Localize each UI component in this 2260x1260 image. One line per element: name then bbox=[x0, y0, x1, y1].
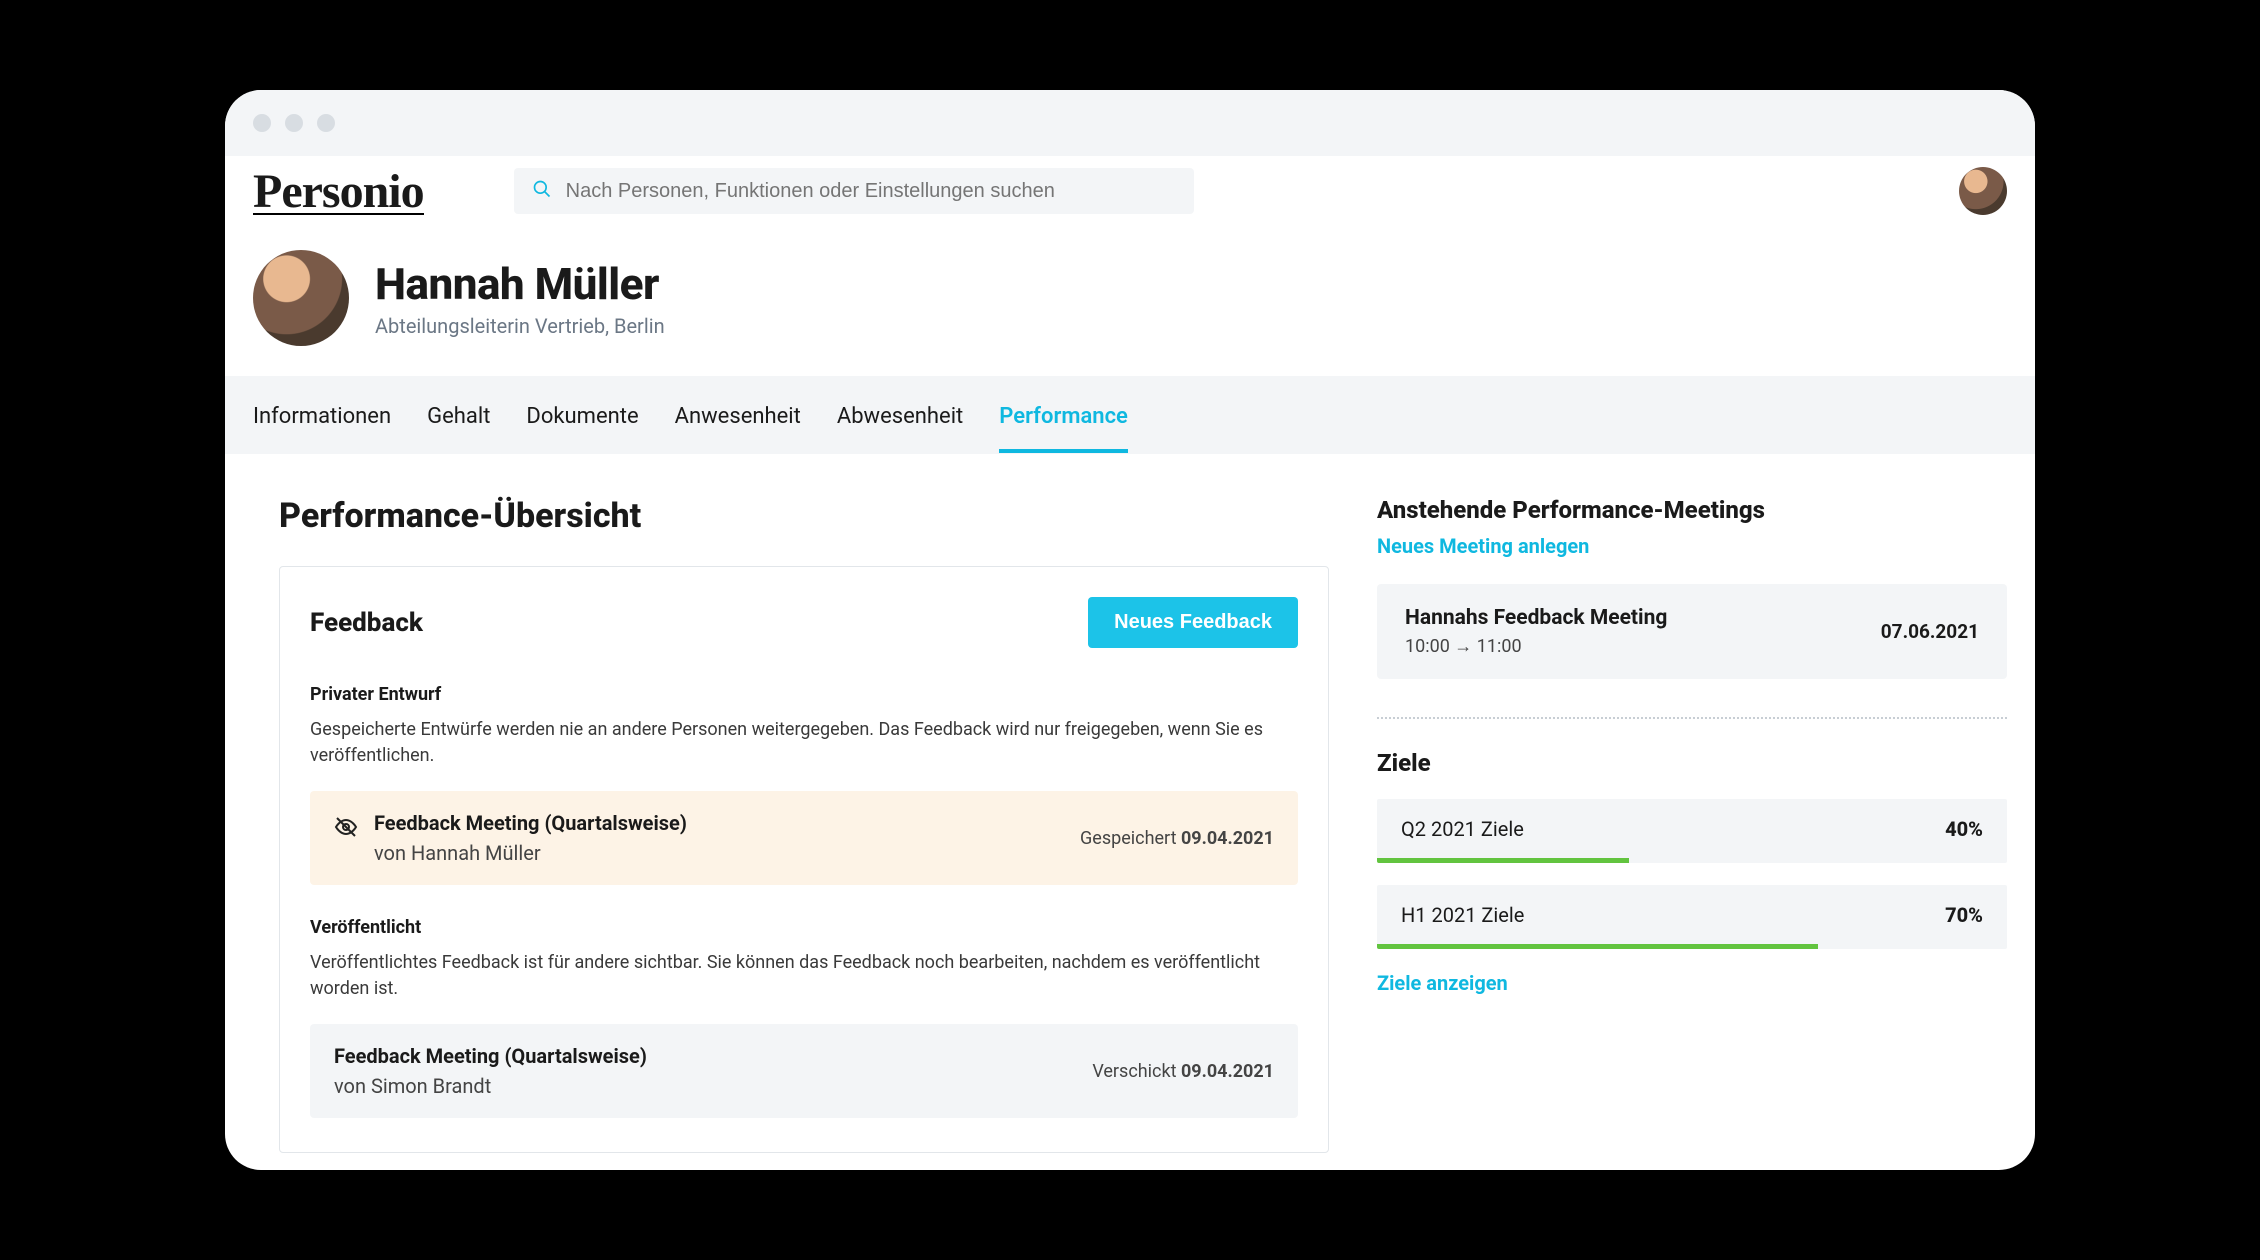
new-feedback-button[interactable]: Neues Feedback bbox=[1088, 597, 1298, 648]
meeting-item-time: 10:00 → 11:00 bbox=[1405, 636, 1667, 657]
search-icon bbox=[532, 179, 552, 203]
left-column: Performance-Übersicht Feedback Neues Fee… bbox=[279, 496, 1329, 1142]
draft-section-title: Privater Entwurf bbox=[310, 684, 1298, 705]
search-input[interactable] bbox=[566, 180, 1176, 203]
right-column: Anstehende Performance-Meetings Neues Me… bbox=[1377, 496, 2007, 1142]
top-bar: Personio bbox=[225, 156, 2035, 226]
published-item-author: von Simon Brandt bbox=[334, 1074, 647, 1098]
draft-item-author: von Hannah Müller bbox=[374, 841, 687, 865]
show-goals-link[interactable]: Ziele anzeigen bbox=[1377, 971, 1508, 995]
tab-abwesenheit[interactable]: Abwesenheit bbox=[837, 380, 963, 451]
draft-item-meta: Gespeichert 09.04.2021 bbox=[1080, 828, 1274, 849]
feedback-published-item[interactable]: Feedback Meeting (Quartalsweise) von Sim… bbox=[310, 1024, 1298, 1118]
goal-item-q2[interactable]: Q2 2021 Ziele 40% bbox=[1377, 799, 2007, 863]
content-area: Performance-Übersicht Feedback Neues Fee… bbox=[225, 454, 2035, 1170]
page-title: Performance-Übersicht bbox=[279, 496, 1329, 536]
eye-off-icon bbox=[334, 815, 358, 843]
window-control-minimize[interactable] bbox=[285, 114, 303, 132]
goal-name: Q2 2021 Ziele bbox=[1401, 817, 1524, 841]
tab-informationen[interactable]: Informationen bbox=[253, 380, 391, 451]
window-control-close[interactable] bbox=[253, 114, 271, 132]
goal-name: H1 2021 Ziele bbox=[1401, 903, 1524, 927]
feedback-card: Feedback Neues Feedback Privater Entwurf… bbox=[279, 566, 1329, 1153]
meeting-item-title: Hannahs Feedback Meeting bbox=[1405, 606, 1667, 630]
window-control-zoom[interactable] bbox=[317, 114, 335, 132]
window-titlebar bbox=[225, 90, 2035, 156]
search-box[interactable] bbox=[514, 168, 1194, 214]
goal-item-h1[interactable]: H1 2021 Ziele 70% bbox=[1377, 885, 2007, 949]
published-item-title: Feedback Meeting (Quartalsweise) bbox=[334, 1044, 647, 1068]
goals-title: Ziele bbox=[1377, 749, 2007, 777]
goal-percent: 70% bbox=[1945, 903, 1983, 927]
new-meeting-link[interactable]: Neues Meeting anlegen bbox=[1377, 534, 1589, 558]
draft-section-desc: Gespeicherte Entwürfe werden nie an ande… bbox=[310, 717, 1298, 769]
profile-avatar bbox=[253, 250, 349, 346]
meeting-item[interactable]: Hannahs Feedback Meeting 10:00 → 11:00 0… bbox=[1377, 584, 2007, 679]
tab-anwesenheit[interactable]: Anwesenheit bbox=[675, 380, 801, 451]
app-window: Personio Hannah Müller Abteilungsleiteri… bbox=[225, 90, 2035, 1170]
feedback-card-title: Feedback bbox=[310, 608, 423, 638]
meeting-item-date: 07.06.2021 bbox=[1881, 620, 1979, 643]
published-section-title: Veröffentlicht bbox=[310, 917, 1298, 938]
goal-progress-bar bbox=[1377, 944, 1818, 949]
feedback-draft-item[interactable]: Feedback Meeting (Quartalsweise) von Han… bbox=[310, 791, 1298, 885]
tab-gehalt[interactable]: Gehalt bbox=[427, 380, 490, 451]
section-divider bbox=[1377, 717, 2007, 719]
profile-subtitle: Abteilungsleiterin Vertrieb, Berlin bbox=[375, 314, 665, 338]
meetings-title: Anstehende Performance-Meetings bbox=[1377, 496, 2007, 524]
draft-item-title: Feedback Meeting (Quartalsweise) bbox=[374, 811, 687, 835]
profile-name: Hannah Müller bbox=[375, 258, 665, 310]
profile-header: Hannah Müller Abteilungsleiterin Vertrie… bbox=[225, 226, 2035, 376]
tab-performance[interactable]: Performance bbox=[999, 380, 1128, 451]
published-section-desc: Veröffentlichtes Feedback ist für andere… bbox=[310, 950, 1298, 1002]
tab-dokumente[interactable]: Dokumente bbox=[526, 380, 638, 451]
profile-tabs: Informationen Gehalt Dokumente Anwesenhe… bbox=[225, 376, 2035, 454]
published-item-meta: Verschickt 09.04.2021 bbox=[1092, 1061, 1274, 1082]
goal-percent: 40% bbox=[1945, 817, 1983, 841]
goal-progress-bar bbox=[1377, 858, 1629, 863]
current-user-avatar[interactable] bbox=[1959, 167, 2007, 215]
brand-logo[interactable]: Personio bbox=[253, 164, 424, 219]
